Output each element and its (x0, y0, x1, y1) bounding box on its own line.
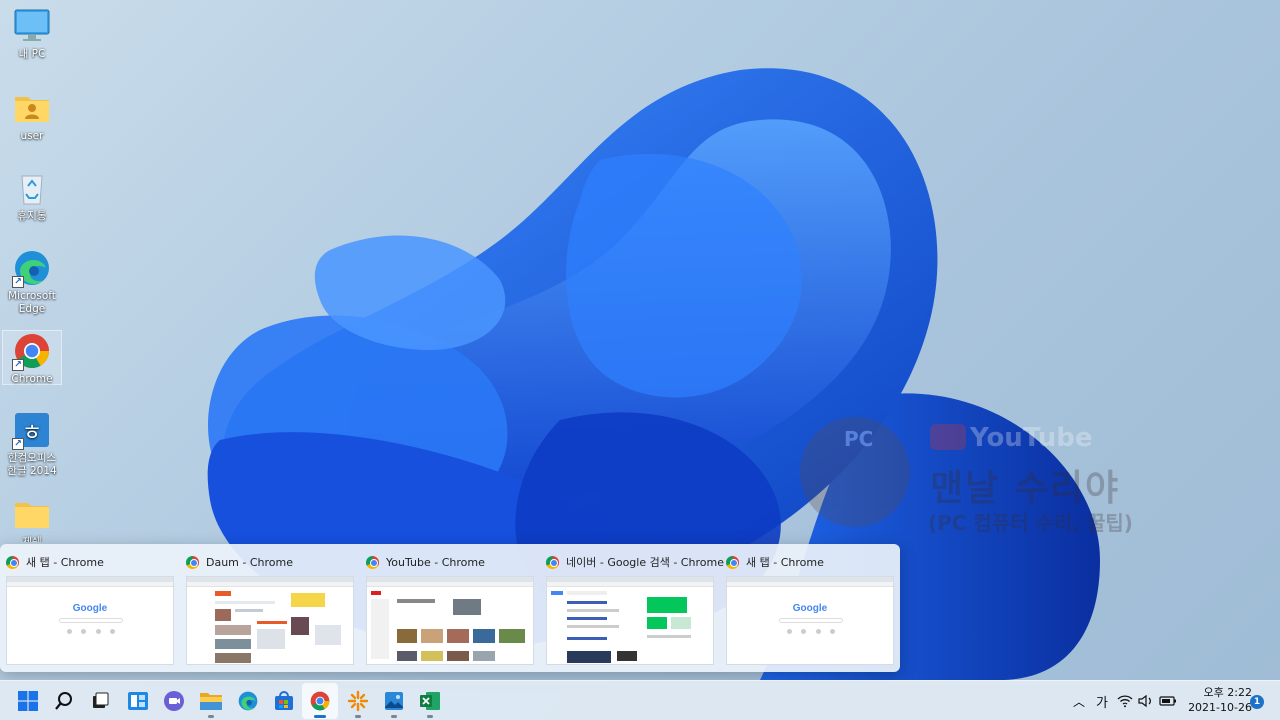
windows-start-icon (18, 691, 38, 711)
notification-badge[interactable]: 1 (1250, 695, 1264, 709)
window-preview-image: Google (726, 576, 894, 665)
excel-icon (420, 692, 440, 710)
volume-icon[interactable] (1136, 694, 1156, 708)
chrome-taskbar-button[interactable] (302, 683, 338, 719)
photos-button[interactable] (376, 683, 412, 719)
taskbar: ︿ 가 오후 2:22 2021-10-26 1 (0, 680, 1280, 720)
ime-indicator[interactable]: 가 (1090, 692, 1114, 711)
window-thumbnail-youtube[interactable]: YouTube - Chrome (360, 544, 540, 672)
channel-watermark: PC YouTube 맨날 수리야 (PC 컴퓨터 수리, 꿀팁) (800, 415, 1160, 535)
clock-time: 오후 2:22 (1203, 686, 1252, 699)
clock-date: 2021-10-26 (1188, 701, 1252, 714)
window-title: 새 탭 - Chrome (26, 556, 104, 569)
window-title: 새 탭 - Chrome (746, 556, 824, 569)
desktop-icon-folder[interactable]: 제쉐 (2, 494, 62, 542)
desktop-icon-hancom-hangul[interactable]: ㅎ ↗ 한컴오피스 한글 2014 (2, 410, 62, 478)
system-tray: ︿ 가 (1068, 681, 1180, 720)
window-title: Daum - Chrome (206, 555, 294, 569)
running-indicator (391, 715, 397, 718)
watermark-subtitle: (PC 컴퓨터 수리, 꿀팁) (928, 511, 1133, 535)
desktop-icon-chrome[interactable]: ↗ Chrome (2, 330, 62, 385)
window-preview-image (186, 576, 354, 665)
desktop-icon-recycle-bin[interactable]: 휴지통 (2, 168, 62, 223)
window-thumbnail-new-tab-1[interactable]: 새 탭 - Chrome Google (0, 544, 180, 672)
chrome-icon (726, 555, 739, 569)
desktop-icon-edge[interactable]: ↗ Microsoft Edge (2, 248, 62, 316)
chrome-icon (6, 555, 19, 569)
wifi-icon[interactable] (1114, 694, 1136, 708)
window-preview-image (366, 576, 534, 665)
window-title: 네이버 - Google 검색 - Chrome (566, 556, 724, 569)
window-preview-image (546, 576, 714, 665)
edge-icon: ↗ (12, 248, 52, 288)
window-preview-image: Google (6, 576, 174, 665)
svg-text:ㅎ: ㅎ (22, 421, 42, 446)
taskbar-thumbnail-preview: 새 탭 - Chrome Google Daum - Chrome YouTub… (0, 544, 900, 672)
file-explorer-button[interactable] (193, 683, 229, 719)
running-indicator (208, 715, 214, 718)
recycle-bin-icon (12, 168, 52, 208)
user-folder-icon (12, 88, 52, 128)
chrome-icon (546, 555, 559, 569)
watermark-badge: PC (844, 427, 874, 451)
hancom-hangul-icon: ㅎ ↗ (12, 410, 52, 450)
chrome-icon (366, 555, 379, 569)
widgets-icon (128, 692, 148, 710)
shortcut-arrow-icon: ↗ (12, 276, 24, 288)
shortcut-arrow-icon: ↗ (12, 359, 24, 371)
widgets-button[interactable] (120, 683, 156, 719)
desktop-icon-user[interactable]: user (2, 88, 62, 143)
task-view-icon (93, 692, 109, 708)
search-button[interactable] (46, 683, 82, 719)
running-indicator (355, 715, 361, 718)
chrome-icon: ↗ (12, 331, 52, 371)
sparkle-app-icon (347, 690, 369, 712)
teams-chat-button[interactable] (156, 683, 192, 719)
teams-chat-icon (164, 691, 184, 711)
folder-icon (12, 494, 52, 534)
orange-app-button[interactable] (340, 683, 376, 719)
task-view-button[interactable] (82, 683, 118, 719)
watermark-title: 맨날 수리야 (930, 468, 1121, 509)
chrome-icon (310, 691, 330, 711)
shortcut-arrow-icon: ↗ (12, 438, 24, 450)
file-explorer-icon (200, 693, 222, 710)
running-indicator (314, 715, 326, 718)
watermark-youtube: YouTube (930, 423, 1092, 453)
window-thumbnail-new-tab-2[interactable]: 새 탭 - Chrome Google (720, 544, 900, 672)
battery-icon[interactable] (1156, 695, 1180, 707)
running-indicator (427, 715, 433, 718)
edge-icon (238, 691, 258, 711)
window-thumbnail-naver-search[interactable]: 네이버 - Google 검색 - Chrome (540, 544, 724, 672)
chrome-icon (186, 555, 199, 569)
google-logo: Google (792, 603, 828, 614)
clock[interactable]: 오후 2:22 2021-10-26 (1180, 685, 1252, 715)
window-title: YouTube - Chrome (386, 555, 485, 569)
chevron-up-icon[interactable]: ︿ (1068, 693, 1090, 710)
store-icon (275, 691, 293, 710)
excel-button[interactable] (412, 683, 448, 719)
youtube-icon (930, 424, 966, 450)
edge-taskbar-button[interactable] (230, 683, 266, 719)
start-button[interactable] (10, 683, 46, 719)
monitor-icon (12, 6, 52, 46)
search-icon (55, 692, 72, 710)
google-logo: Google (72, 603, 108, 614)
microsoft-store-button[interactable] (266, 683, 302, 719)
desktop-icon-my-pc[interactable]: 내 PC (2, 6, 62, 61)
photos-icon (385, 692, 403, 710)
window-thumbnail-daum[interactable]: Daum - Chrome (180, 544, 360, 672)
